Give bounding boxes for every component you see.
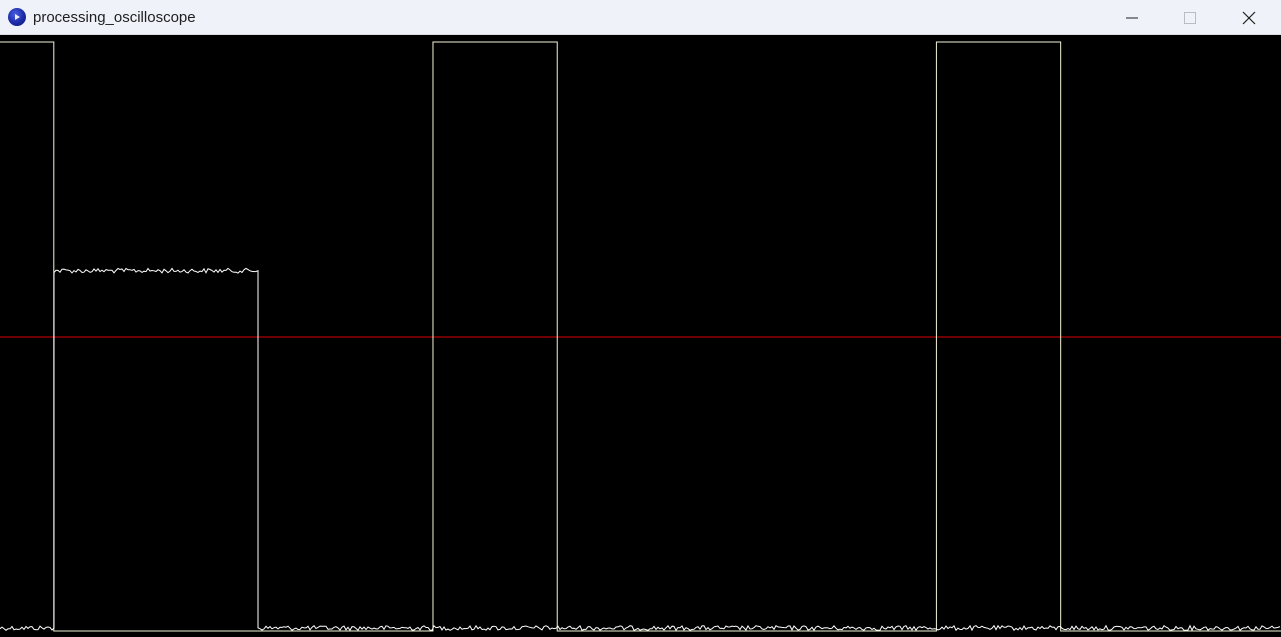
title-bar[interactable]: processing_oscilloscope xyxy=(0,0,1281,35)
maximize-icon xyxy=(1184,11,1196,24)
maximize-button[interactable] xyxy=(1161,0,1219,35)
app-window: processing_oscilloscope xyxy=(0,0,1281,637)
minimize-icon xyxy=(1126,12,1138,24)
oscilloscope-plot xyxy=(0,41,1281,632)
close-button[interactable] xyxy=(1220,0,1278,35)
oscilloscope-canvas[interactable] xyxy=(0,36,1281,637)
window-title: processing_oscilloscope xyxy=(33,9,196,26)
close-icon xyxy=(1242,11,1256,25)
processing-app-icon xyxy=(8,8,26,26)
minimize-button[interactable] xyxy=(1103,0,1161,35)
signal-trace xyxy=(0,267,1281,632)
